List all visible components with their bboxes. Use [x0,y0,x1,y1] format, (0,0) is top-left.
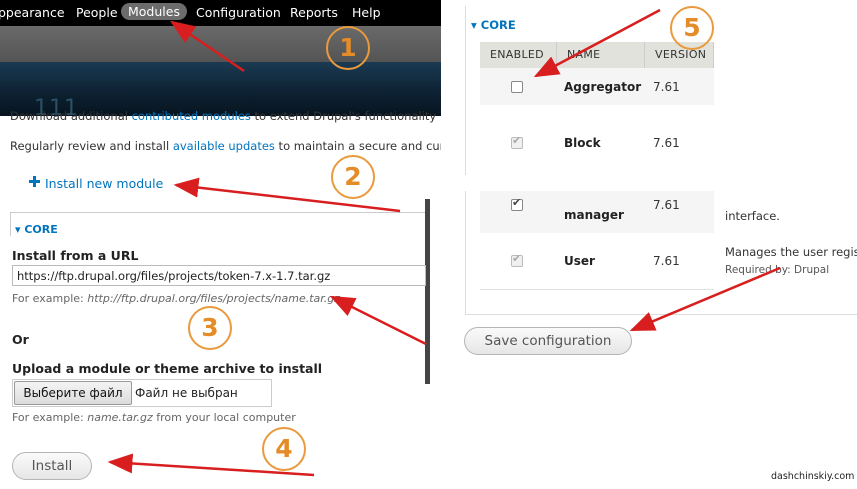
step-4-marker: 4 [262,427,306,471]
step-2-marker: 2 [331,155,375,199]
arrow-1 [169,20,245,73]
arrow-3 [329,295,427,346]
step-5-marker: 5 [670,6,714,50]
step-1-marker: 1 [326,26,370,70]
step-3-marker: 3 [188,306,232,350]
watermark: dashchinskiy.com [771,471,855,482]
arrow-5 [533,8,661,78]
arrow-6 [629,266,781,332]
annotation-arrows [107,8,781,477]
